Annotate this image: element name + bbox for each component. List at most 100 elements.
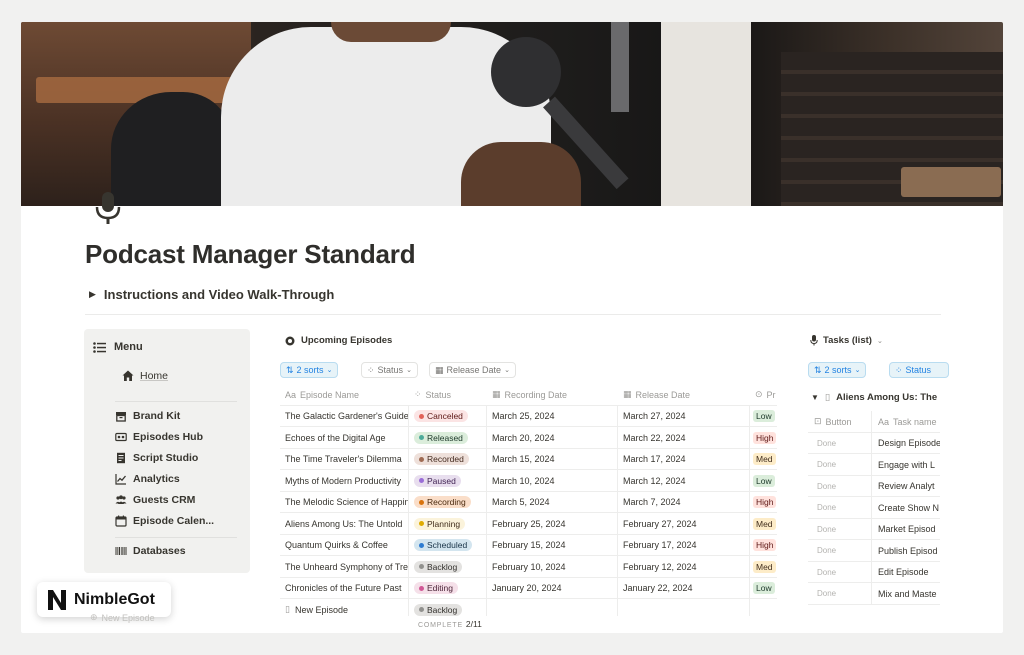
- column-header-button[interactable]: ⊡ Button: [808, 411, 872, 433]
- table-row[interactable]: The Time Traveler's Dilemma Recorded March…: [280, 448, 777, 471]
- episode-name-cell[interactable]: The Time Traveler's Dilemma: [280, 448, 409, 470]
- list-item[interactable]: Done Engage with L: [808, 454, 940, 476]
- table-row[interactable]: ▯ New Episode Backlog: [280, 599, 777, 616]
- column-header-release-date[interactable]: ▦ Release Date: [618, 384, 750, 406]
- status-cell[interactable]: Paused: [409, 470, 487, 492]
- episode-name-cell[interactable]: The Galactic Gardener's Guide: [280, 405, 409, 427]
- release-date-cell[interactable]: January 22, 2024: [618, 577, 750, 599]
- table-row[interactable]: Echoes of the Digital Age Released March 2…: [280, 427, 777, 449]
- status-cell[interactable]: Recording: [409, 491, 487, 513]
- release-date-cell[interactable]: March 22, 2024: [618, 427, 750, 449]
- menu-item-episodes-hub[interactable]: Episodes Hub: [115, 431, 203, 443]
- list-item[interactable]: Done Publish Episod: [808, 540, 940, 562]
- release-date-cell[interactable]: March 27, 2024: [618, 405, 750, 427]
- task-name-cell[interactable]: Market Episod: [872, 519, 940, 541]
- priority-cell[interactable]: Low: [750, 406, 777, 428]
- status-cell[interactable]: Scheduled: [409, 534, 487, 556]
- task-name-cell[interactable]: Mix and Maste: [872, 583, 940, 605]
- episode-name-cell[interactable]: The Unheard Symphony of Trees: [280, 556, 409, 578]
- menu-item-script-studio[interactable]: Script Studio: [115, 452, 198, 464]
- menu-item-brand-kit[interactable]: Brand Kit: [115, 410, 180, 422]
- instructions-toggle[interactable]: ▶ Instructions and Video Walk-Through: [89, 287, 334, 302]
- menu-item-home[interactable]: Home: [122, 370, 168, 382]
- episode-name-cell[interactable]: Aliens Among Us: The Untold: [280, 513, 409, 535]
- table-row[interactable]: Aliens Among Us: The Untold Planning Febru…: [280, 513, 777, 535]
- recording-date-cell[interactable]: March 20, 2024: [487, 427, 618, 449]
- episode-name-cell[interactable]: Chronicles of the Future Past: [280, 577, 409, 599]
- column-header-status[interactable]: ⁘ Status: [409, 384, 487, 406]
- column-header-priority[interactable]: ⊙ Pr: [750, 384, 777, 406]
- recording-date-cell[interactable]: February 15, 2024: [487, 534, 618, 556]
- status-cell[interactable]: Recorded: [409, 448, 487, 470]
- priority-cell[interactable]: High: [750, 535, 777, 557]
- release-date-cell[interactable]: February 27, 2024: [618, 513, 750, 535]
- status-cell[interactable]: Backlog: [409, 556, 487, 578]
- status-cell[interactable]: Planning: [409, 513, 487, 535]
- release-date-cell[interactable]: February 12, 2024: [618, 556, 750, 578]
- tasks-group-toggle[interactable]: ▼ ▯ Aliens Among Us: The: [811, 392, 937, 403]
- recording-date-cell[interactable]: January 20, 2024: [487, 577, 618, 599]
- table-row[interactable]: The Melodic Science of Happiness Recordin…: [280, 491, 777, 514]
- menu-item-analytics[interactable]: Analytics: [115, 473, 180, 485]
- table-row[interactable]: Chronicles of the Future Past Editing Janu…: [280, 577, 777, 600]
- task-name-cell[interactable]: Review Analyt: [872, 476, 940, 498]
- release-date-cell[interactable]: February 17, 2024: [618, 534, 750, 556]
- priority-cell[interactable]: Low: [750, 470, 777, 492]
- episodes-sort-chip[interactable]: ⇅ 2 sorts ⌄: [280, 362, 339, 378]
- recording-date-cell[interactable]: [487, 599, 618, 616]
- done-button[interactable]: Done: [808, 497, 872, 519]
- priority-cell[interactable]: High: [750, 427, 777, 449]
- priority-cell[interactable]: High: [750, 492, 777, 514]
- episode-name-cell[interactable]: ▯ New Episode: [280, 599, 409, 616]
- column-header-task-name[interactable]: Aa Task name: [872, 411, 940, 433]
- table-row[interactable]: Myths of Modern Productivity Paused March …: [280, 470, 777, 492]
- task-name-cell[interactable]: Engage with L: [872, 454, 940, 476]
- release-date-cell[interactable]: March 17, 2024: [618, 448, 750, 470]
- column-header-episode-name[interactable]: Aa Episode Name: [280, 384, 409, 406]
- priority-cell[interactable]: Med: [750, 556, 777, 578]
- done-button[interactable]: Done: [808, 518, 872, 540]
- recording-date-cell[interactable]: March 25, 2024: [487, 405, 618, 427]
- status-cell[interactable]: Backlog: [409, 599, 487, 616]
- task-name-cell[interactable]: Design Episode: [872, 433, 940, 455]
- episode-name-cell[interactable]: The Melodic Science of Happiness: [280, 491, 409, 513]
- episode-name-cell[interactable]: Myths of Modern Productivity: [280, 470, 409, 492]
- menu-item-episode-calendar[interactable]: Episode Calen...: [115, 515, 214, 527]
- table-row[interactable]: Quantum Quirks & Coffee Scheduled February…: [280, 534, 777, 557]
- recording-date-cell[interactable]: March 5, 2024: [487, 491, 618, 513]
- tasks-db-title[interactable]: Tasks (list) ⌄: [810, 335, 883, 346]
- done-button[interactable]: Done: [808, 561, 872, 583]
- menu-item-guests-crm[interactable]: Guests CRM: [115, 494, 195, 506]
- done-button[interactable]: Done: [808, 454, 872, 476]
- recording-date-cell[interactable]: February 10, 2024: [487, 556, 618, 578]
- table-row[interactable]: The Galactic Gardener's Guide Canceled Mar…: [280, 405, 777, 428]
- priority-cell[interactable]: [750, 599, 777, 616]
- priority-cell[interactable]: Low: [750, 578, 777, 600]
- release-date-cell[interactable]: [618, 599, 750, 616]
- done-button[interactable]: Done: [808, 583, 872, 605]
- release-date-cell[interactable]: March 7, 2024: [618, 491, 750, 513]
- menu-item-databases[interactable]: Databases: [115, 545, 186, 557]
- episodes-status-filter[interactable]: ⁘ Status ⌄: [361, 362, 418, 378]
- recording-date-cell[interactable]: February 25, 2024: [487, 513, 618, 535]
- table-row[interactable]: The Unheard Symphony of Trees Backlog Febr…: [280, 556, 777, 578]
- priority-cell[interactable]: Med: [750, 513, 777, 535]
- list-item[interactable]: Done Create Show N: [808, 497, 940, 519]
- list-item[interactable]: Done Design Episode: [808, 432, 940, 455]
- recording-date-cell[interactable]: March 10, 2024: [487, 470, 618, 492]
- list-item[interactable]: Done Edit Episode: [808, 561, 940, 583]
- tasks-sort-chip[interactable]: ⇅ 2 sorts ⌄: [808, 362, 867, 378]
- task-name-cell[interactable]: Publish Episod: [872, 540, 940, 562]
- list-item[interactable]: Done Review Analyt: [808, 475, 940, 498]
- priority-cell[interactable]: Med: [750, 449, 777, 471]
- list-item[interactable]: Done Market Episod: [808, 518, 940, 541]
- done-button[interactable]: Done: [808, 475, 872, 497]
- recording-date-cell[interactable]: March 15, 2024: [487, 448, 618, 470]
- list-item[interactable]: Done Mix and Maste: [808, 583, 940, 605]
- episodes-release-filter[interactable]: ▦ Release Date ⌄: [429, 362, 516, 378]
- done-button[interactable]: Done: [808, 540, 872, 562]
- episodes-db-title[interactable]: Upcoming Episodes: [285, 335, 392, 346]
- release-date-cell[interactable]: March 12, 2024: [618, 470, 750, 492]
- done-button[interactable]: Done: [808, 432, 872, 454]
- column-header-recording-date[interactable]: ▦ Recording Date: [487, 384, 618, 406]
